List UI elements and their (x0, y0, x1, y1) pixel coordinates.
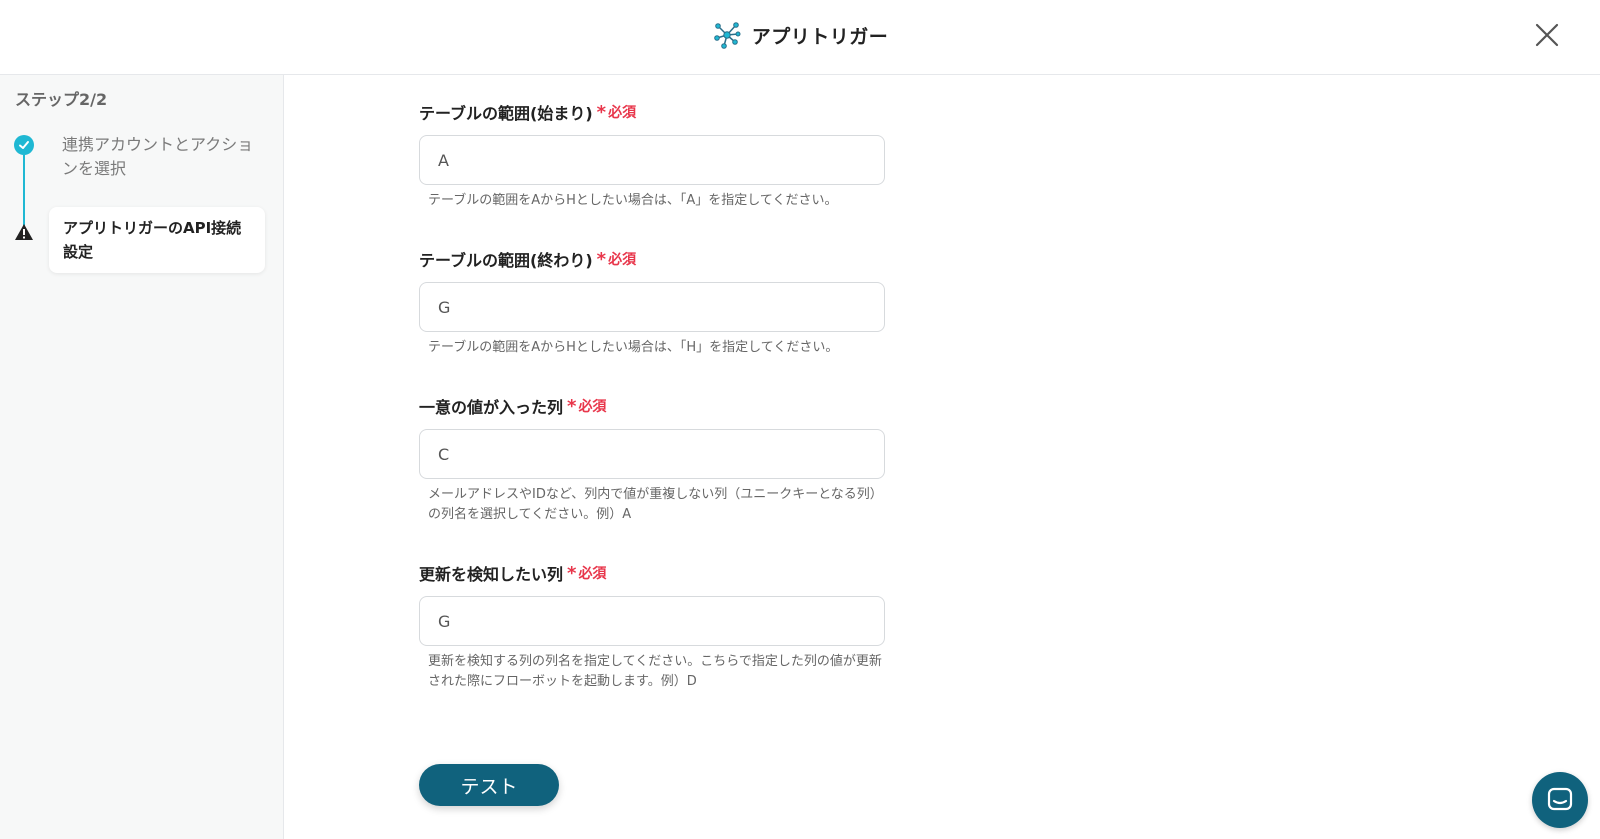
field-label-row: テーブルの範囲(終わり) * 必須 (419, 247, 889, 271)
required-badge: 必須 (608, 252, 637, 268)
close-icon (1535, 23, 1559, 47)
field-label-row: テーブルの範囲(始まり) * 必須 (419, 100, 889, 124)
update-detect-column-input[interactable] (419, 596, 885, 646)
field-label: テーブルの範囲(始まり) (419, 104, 593, 123)
field-table-range-start: テーブルの範囲(始まり) * 必須 テーブルの範囲をAからHとしたい場合は、「A… (419, 100, 889, 211)
field-hint: メールアドレスやIDなど、列内で値が重複しない列（ユニークキーとなる列）の列名を… (428, 487, 883, 522)
table-range-end-input[interactable] (419, 282, 885, 332)
field-hint: 更新を検知する列の列名を指定してください。こちらで指定した列の値が更新された際に… (428, 654, 882, 689)
field-label: 更新を検知したい列 (419, 565, 564, 584)
warning-icon (15, 224, 33, 240)
required-asterisk: * (567, 395, 577, 417)
field-label-row: 更新を検知したい列 * 必須 (419, 561, 889, 585)
chat-icon (1547, 787, 1573, 811)
field-update-detect-column: 更新を検知したい列 * 必須 更新を検知する列の列名を指定してください。こちらで… (419, 561, 889, 692)
field-table-range-end: テーブルの範囲(終わり) * 必須 テーブルの範囲をAからHとしたい場合は、「H… (419, 247, 889, 358)
step-counter: ステップ2/2 (15, 90, 108, 109)
required-badge: 必須 (578, 566, 607, 582)
field-hint: テーブルの範囲をAからHとしたい場合は、「H」を指定してください。 (428, 340, 839, 355)
field-label-row: 一意の値が入った列 * 必須 (419, 394, 889, 418)
unique-column-input[interactable] (419, 429, 885, 479)
field-unique-column: 一意の値が入った列 * 必須 メールアドレスやIDなど、列内で値が重複しない列（… (419, 394, 889, 525)
main-form: テーブルの範囲(始まり) * 必須 テーブルの範囲をAからHとしたい場合は、「A… (285, 75, 1600, 839)
close-button[interactable] (1530, 18, 1564, 52)
test-button[interactable]: テスト (419, 764, 559, 806)
required-badge: 必須 (608, 105, 637, 121)
chat-launcher-button[interactable] (1532, 772, 1588, 828)
required-asterisk: * (596, 248, 607, 270)
network-nodes-icon (712, 20, 742, 50)
check-icon (14, 135, 34, 155)
sidebar-step-api-settings[interactable]: アプリトリガーのAPI接続設定 (14, 207, 269, 273)
sidebar: ステップ2/2 連携アカウントとアクションを選択 アプリトリガーのAPI接続設定 (0, 75, 284, 839)
header: アプリトリガー (0, 0, 1600, 75)
field-hint: テーブルの範囲をAからHとしたい場合は、「A」を指定してください。 (428, 193, 838, 208)
required-asterisk: * (567, 562, 577, 584)
field-label: 一意の値が入った列 (419, 398, 564, 417)
required-asterisk: * (596, 101, 607, 123)
field-label: テーブルの範囲(終わり) (419, 251, 593, 270)
required-badge: 必須 (578, 399, 607, 415)
page-title: アプリトリガー (751, 25, 889, 48)
header-title-group: アプリトリガー (0, 18, 1600, 52)
sidebar-step-label: アプリトリガーのAPI接続設定 (49, 207, 265, 273)
sidebar-step-label: 連携アカウントとアクションを選択 (62, 135, 254, 178)
table-range-start-input[interactable] (419, 135, 885, 185)
